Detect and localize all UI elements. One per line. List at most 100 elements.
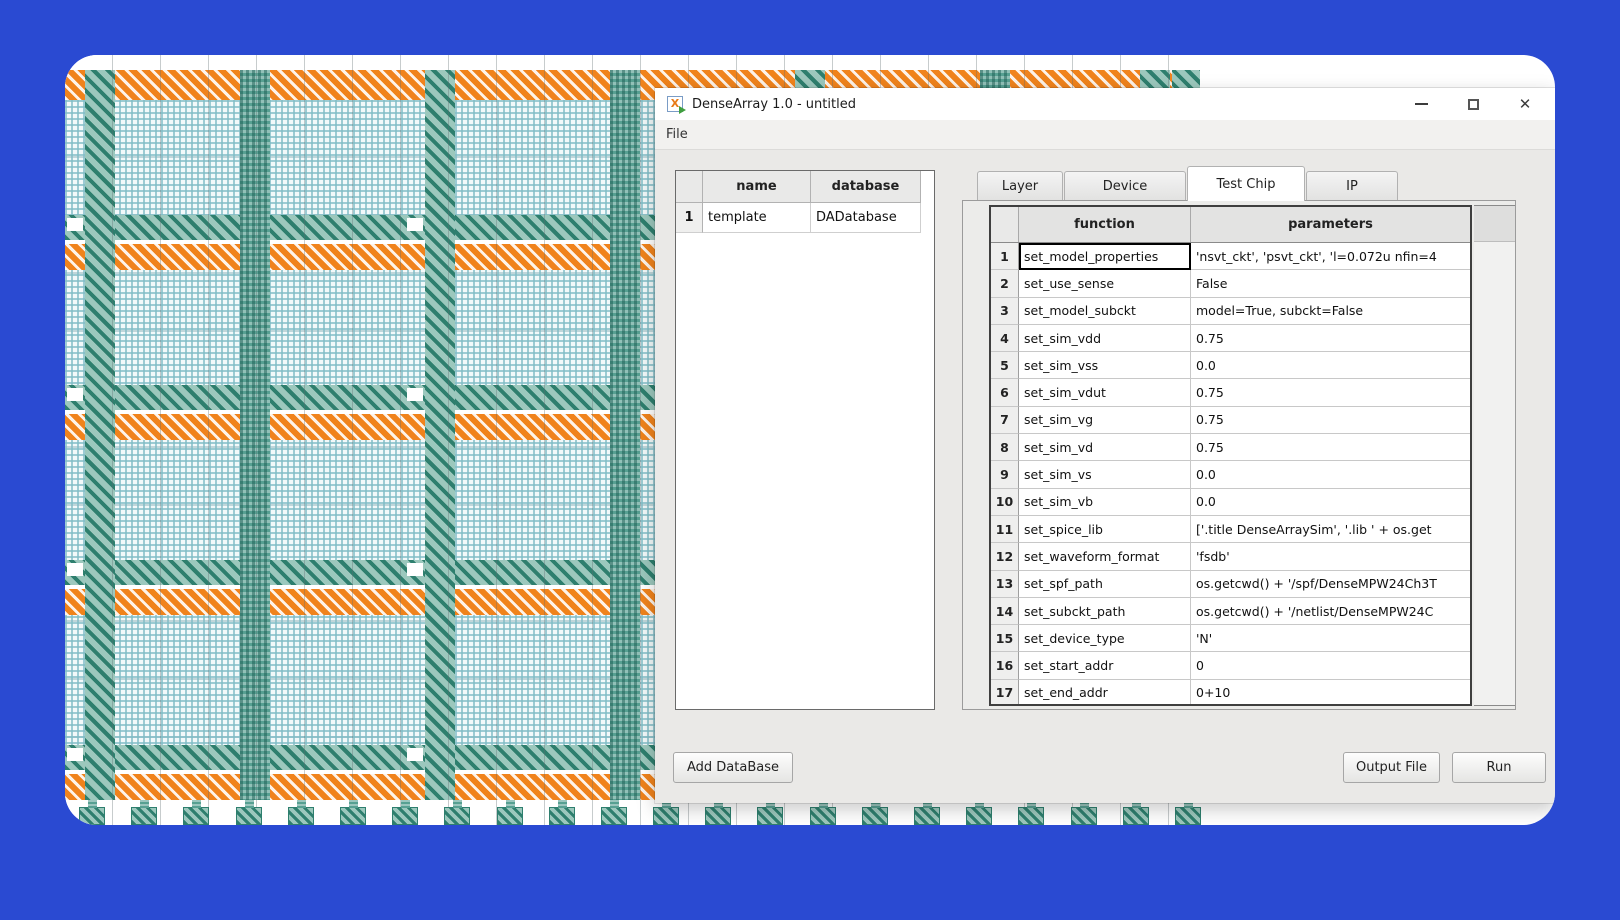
- table-row: 6set_sim_vdut0.75: [991, 379, 1470, 406]
- row-number[interactable]: 7: [991, 407, 1019, 434]
- cell-function[interactable]: set_model_properties: [1019, 243, 1191, 270]
- row-number[interactable]: 1: [676, 203, 703, 233]
- row-number[interactable]: 17: [991, 680, 1019, 706]
- function-table-header: function parameters: [991, 207, 1470, 243]
- desktop-background: X DenseArray 1.0 - untitled ✕ File name …: [0, 0, 1620, 920]
- chip-pad: [757, 807, 783, 825]
- row-number[interactable]: 10: [991, 489, 1019, 516]
- row-number[interactable]: 2: [991, 270, 1019, 297]
- maximize-button[interactable]: [1447, 88, 1499, 120]
- cell-parameters[interactable]: False: [1191, 270, 1470, 297]
- db-header-corner: [676, 171, 703, 203]
- chip-vertical-pillar: [425, 70, 455, 800]
- cell-parameters[interactable]: 0.0: [1191, 489, 1470, 516]
- tab-layer[interactable]: Layer: [977, 171, 1063, 200]
- chip-pad: [1018, 807, 1044, 825]
- cell-parameters[interactable]: 0.75: [1191, 325, 1470, 352]
- chip-contact-square: [407, 748, 423, 761]
- chip-pad: [183, 807, 209, 825]
- cell-function[interactable]: set_waveform_format: [1019, 543, 1191, 570]
- close-button[interactable]: ✕: [1499, 88, 1551, 120]
- cell-parameters[interactable]: 'N': [1191, 625, 1470, 652]
- row-number[interactable]: 16: [991, 652, 1019, 679]
- chip-contact-square: [67, 218, 83, 231]
- chip-pad: [79, 807, 105, 825]
- row-number[interactable]: 11: [991, 516, 1019, 543]
- chip-pad: [810, 807, 836, 825]
- row-number[interactable]: 8: [991, 434, 1019, 461]
- cell-parameters[interactable]: model=True, subckt=False: [1191, 298, 1470, 325]
- cell-parameters[interactable]: ['.title DenseArraySim', '.lib ' + os.ge…: [1191, 516, 1470, 543]
- chip-pad: [705, 807, 731, 825]
- output-file-button[interactable]: Output File: [1343, 752, 1440, 783]
- cell-function[interactable]: set_sim_vg: [1019, 407, 1191, 434]
- tab-ip[interactable]: IP: [1306, 171, 1398, 200]
- cell-parameters[interactable]: 0+10: [1191, 680, 1470, 706]
- row-number[interactable]: 6: [991, 379, 1019, 406]
- minimize-button[interactable]: [1395, 88, 1447, 120]
- row-number[interactable]: 12: [991, 543, 1019, 570]
- row-number[interactable]: 9: [991, 461, 1019, 488]
- title-bar[interactable]: X DenseArray 1.0 - untitled ✕: [655, 88, 1555, 120]
- function-table: function parameters 1set_model_propertie…: [989, 205, 1472, 706]
- cell-function[interactable]: set_spice_lib: [1019, 516, 1191, 543]
- cell-parameters[interactable]: os.getcwd() + '/spf/DenseMPW24Ch3T: [1191, 571, 1470, 598]
- cell-parameters[interactable]: os.getcwd() + '/netlist/DenseMPW24C: [1191, 598, 1470, 625]
- row-number[interactable]: 14: [991, 598, 1019, 625]
- row-number[interactable]: 4: [991, 325, 1019, 352]
- function-header-parameters: parameters: [1191, 207, 1470, 242]
- cell-parameters[interactable]: 'fsdb': [1191, 543, 1470, 570]
- cell-parameters[interactable]: 0.75: [1191, 407, 1470, 434]
- cell-parameters[interactable]: 0: [1191, 652, 1470, 679]
- row-number[interactable]: 1: [991, 243, 1019, 270]
- tab-test-chip[interactable]: Test Chip: [1187, 166, 1305, 201]
- cell-function[interactable]: set_sim_vs: [1019, 461, 1191, 488]
- cell-function[interactable]: set_use_sense: [1019, 270, 1191, 297]
- cell-function[interactable]: set_model_subckt: [1019, 298, 1191, 325]
- cell-name[interactable]: template: [703, 203, 811, 233]
- chip-pad: [549, 807, 575, 825]
- db-header-name: name: [703, 171, 811, 203]
- window-controls: ✕: [1395, 88, 1555, 120]
- row-number[interactable]: 13: [991, 571, 1019, 598]
- add-database-button[interactable]: Add DataBase: [673, 752, 793, 783]
- chip-pad: [601, 807, 627, 825]
- chip-vertical-pillar: [85, 70, 115, 800]
- cell-parameters[interactable]: 0.75: [1191, 379, 1470, 406]
- table-row: 15set_device_type'N': [991, 625, 1470, 652]
- cell-function[interactable]: set_device_type: [1019, 625, 1191, 652]
- chip-pad: [444, 807, 470, 825]
- menu-file[interactable]: File: [659, 123, 695, 146]
- cell-parameters[interactable]: 0.0: [1191, 352, 1470, 379]
- chip-pad: [236, 807, 262, 825]
- cell-parameters[interactable]: 0.75: [1191, 434, 1470, 461]
- table-row: 1set_model_properties'nsvt_ckt', 'psvt_c…: [991, 243, 1470, 270]
- function-header-corner: [991, 207, 1019, 242]
- cell-function[interactable]: set_end_addr: [1019, 680, 1191, 706]
- table-row: 7set_sim_vg0.75: [991, 407, 1470, 434]
- cell-function[interactable]: set_sim_vd: [1019, 434, 1191, 461]
- minimize-icon: [1415, 103, 1428, 105]
- chip-contact-square: [407, 388, 423, 401]
- cell-function[interactable]: set_sim_vdd: [1019, 325, 1191, 352]
- table-scrollbar-gutter[interactable]: [1474, 205, 1515, 706]
- cell-function[interactable]: set_subckt_path: [1019, 598, 1191, 625]
- chip-contact-square: [67, 388, 83, 401]
- screenshot-panel: X DenseArray 1.0 - untitled ✕ File name …: [65, 55, 1555, 825]
- row-number[interactable]: 15: [991, 625, 1019, 652]
- cell-function[interactable]: set_spf_path: [1019, 571, 1191, 598]
- cell-parameters[interactable]: 'nsvt_ckt', 'psvt_ckt', 'l=0.072u nfin=4: [1191, 243, 1470, 270]
- row-number[interactable]: 3: [991, 298, 1019, 325]
- run-button[interactable]: Run: [1452, 752, 1546, 783]
- cell-parameters[interactable]: 0.0: [1191, 461, 1470, 488]
- cell-function[interactable]: set_sim_vb: [1019, 489, 1191, 516]
- test-chip-pane: function parameters 1set_model_propertie…: [962, 200, 1516, 710]
- scrollbar-corner: [1474, 206, 1515, 242]
- cell-function[interactable]: set_sim_vss: [1019, 352, 1191, 379]
- database-table-header: name database: [676, 171, 934, 203]
- cell-database[interactable]: DADatabase: [811, 203, 921, 233]
- row-number[interactable]: 5: [991, 352, 1019, 379]
- tab-device[interactable]: Device: [1064, 171, 1186, 200]
- cell-function[interactable]: set_sim_vdut: [1019, 379, 1191, 406]
- cell-function[interactable]: set_start_addr: [1019, 652, 1191, 679]
